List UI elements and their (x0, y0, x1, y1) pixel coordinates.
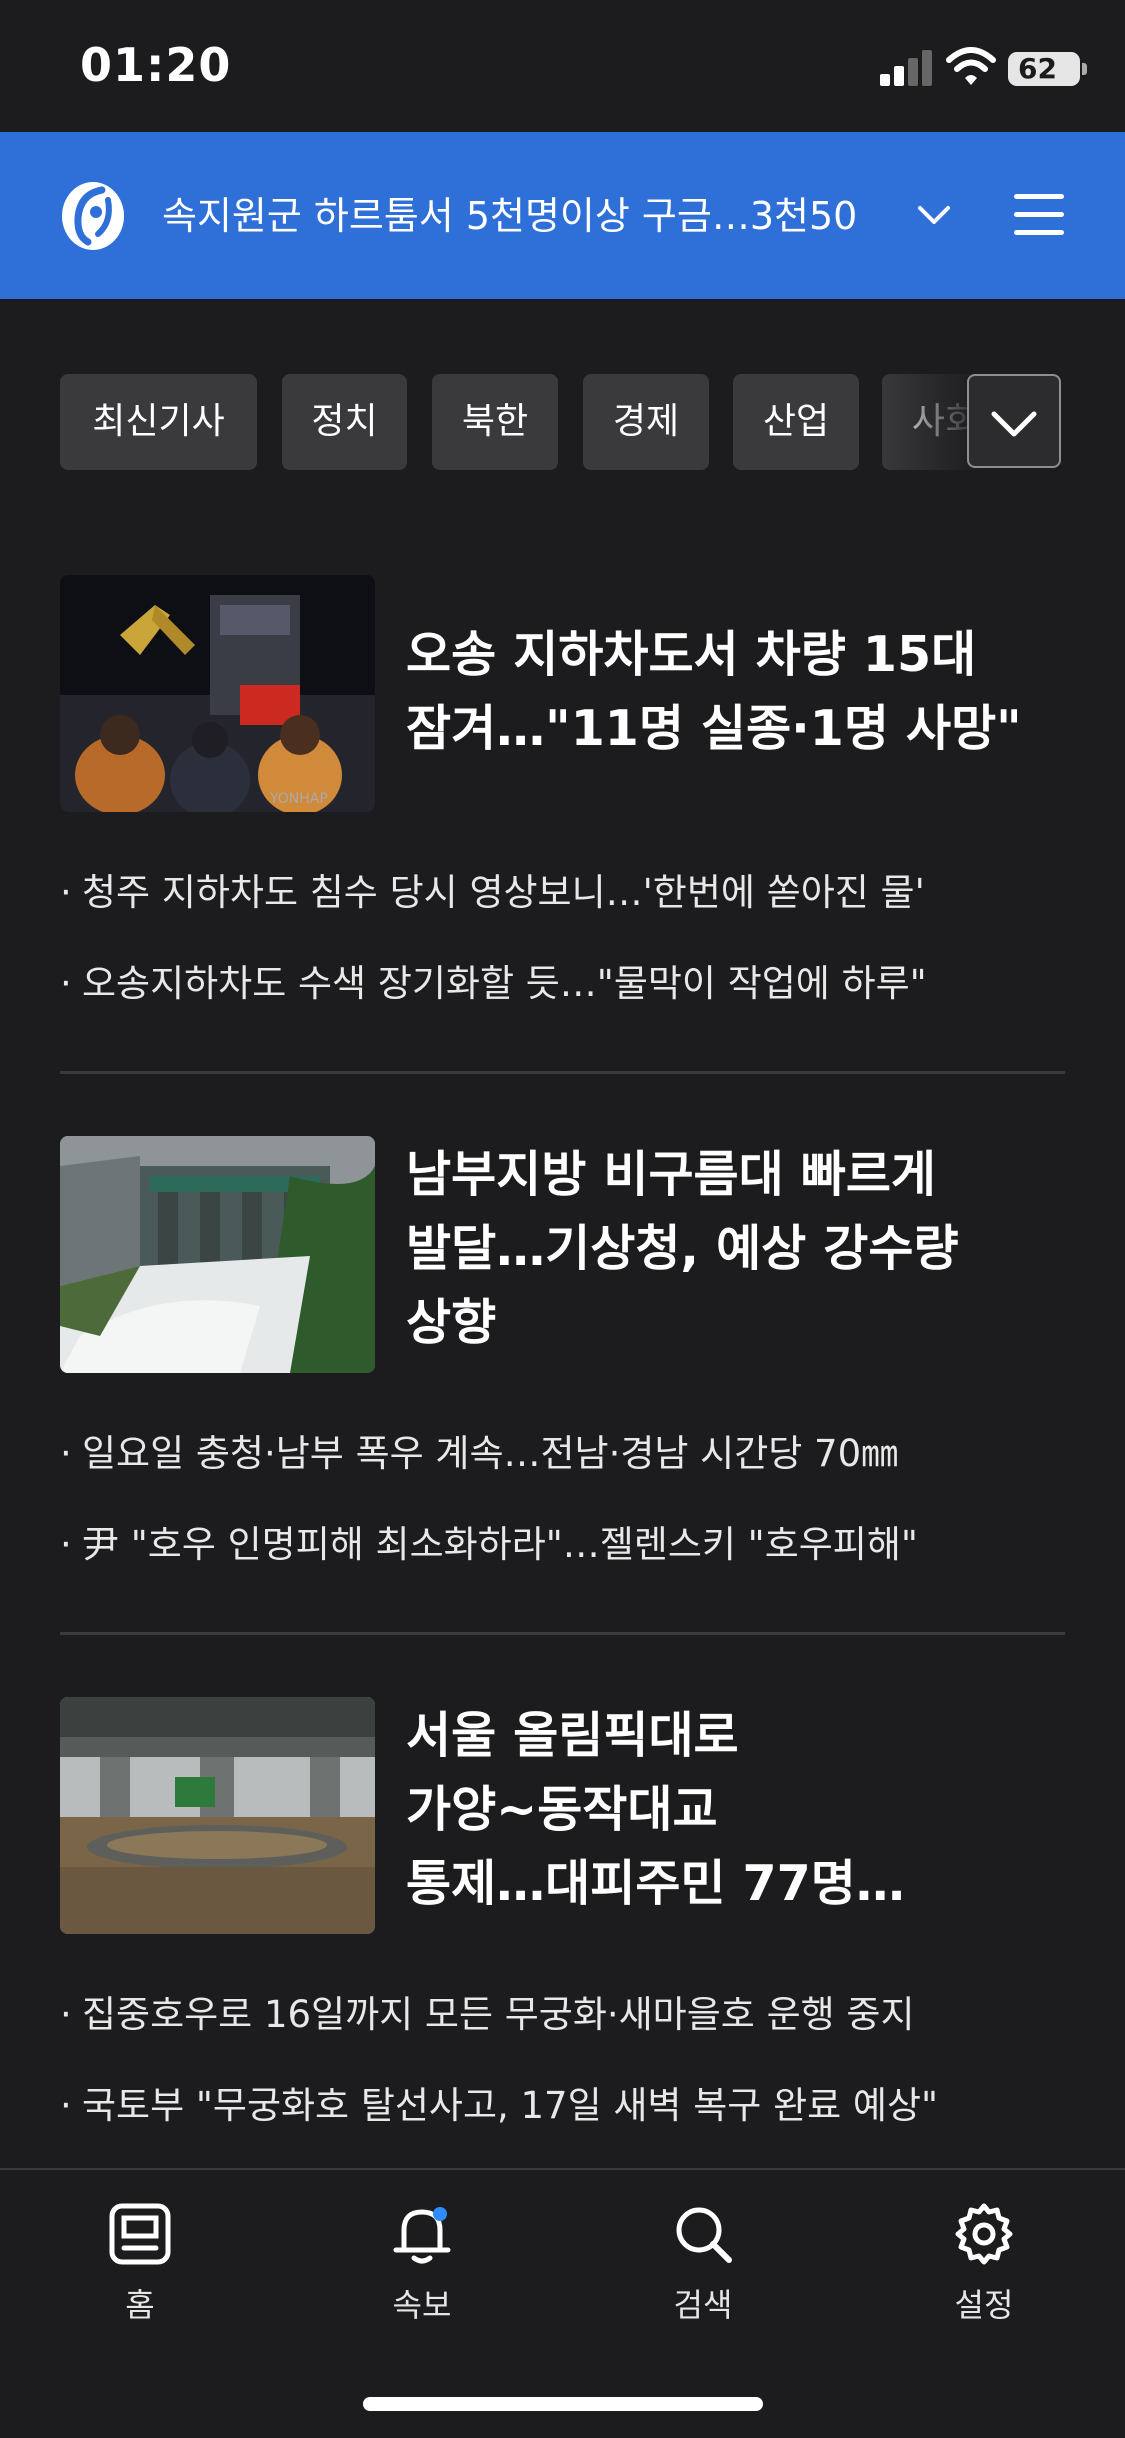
category-tabs: 최신기사 정치 북한 경제 산업 사회 (60, 374, 1065, 470)
related-article-link[interactable]: · 국토부 "무궁화호 탈선사고, 17일 새벽 복구 완료 예상" (60, 2081, 1065, 2131)
article-title-line: 발달…기상청, 예상 강수량 (406, 1220, 959, 1277)
tab-label: 홈 (125, 2286, 155, 2324)
related-article-text: 일요일 충청·남부 폭우 계속…전남·경남 시간당 70㎜ (82, 1432, 899, 1475)
home-indicator (363, 2397, 763, 2411)
home-icon (109, 2203, 171, 2265)
article-title[interactable]: 오송 지하차도서 차량 15대 잠겨…"11명 실종·1명 사망" (406, 618, 1056, 766)
search-icon (676, 2207, 732, 2263)
related-article-text: 집중호우로 16일까지 모든 무궁화·새마을호 운행 중지 (82, 1993, 915, 2036)
app-header: 속지원군 하르툼서 5천명이상 구금…3천50 (0, 132, 1125, 299)
category-latest[interactable]: 최신기사 (60, 374, 257, 470)
article-thumbnail[interactable] (60, 1136, 375, 1373)
article-title[interactable]: 남부지방 비구름대 빠르게 발달…기상청, 예상 강수량 상향 (406, 1138, 1056, 1360)
related-article-link[interactable]: · 일요일 충청·남부 폭우 계속…전남·경남 시간당 70㎜ (60, 1429, 1065, 1479)
tab-label: 설정 (954, 2286, 1014, 2324)
headline-ticker[interactable]: 속지원군 하르툼서 5천명이상 구금…3천50 (162, 188, 892, 244)
category-economy[interactable]: 경제 (583, 374, 709, 470)
tab-settings[interactable]: 설정 (884, 2202, 1084, 2324)
tab-label: 검색 (673, 2286, 733, 2324)
related-article-link[interactable]: · 오송지하차도 수색 장기화할 듯…"물막이 작업에 하루" (60, 959, 1065, 1009)
article-card[interactable]: YONHAP 오송 지하차도서 차량 15대 잠겨…"11명 실종·1명 사망"… (60, 575, 1065, 1005)
chevron-down-icon (991, 411, 1037, 437)
bell-icon (393, 2207, 451, 2264)
category-industry[interactable]: 산업 (733, 374, 859, 470)
battery-indicator: 62 (1008, 52, 1087, 86)
tab-label: 속보 (392, 2286, 452, 2324)
tab-breaking-news[interactable]: 속보 (322, 2202, 522, 2324)
status-time: 01:20 (80, 38, 232, 92)
article-title-line: 서울 올림픽대로 (406, 1707, 739, 1764)
divider (60, 1071, 1065, 1074)
category-politics[interactable]: 정치 (282, 374, 407, 470)
hamburger-menu-icon[interactable] (1014, 190, 1064, 240)
article-card[interactable]: 서울 올림픽대로 가양~동작대교 통제…대피주민 77명… · 집중호우로 16일… (60, 1697, 1065, 2137)
related-article-text: 오송지하차도 수색 장기화할 듯…"물막이 작업에 하루" (82, 962, 927, 1005)
article-title-line: 오송 지하차도서 차량 15대 (406, 626, 977, 683)
yonhap-logo[interactable] (58, 178, 128, 254)
tab-search[interactable]: 검색 (603, 2202, 803, 2324)
chevron-down-icon[interactable] (914, 198, 954, 232)
gear-icon (955, 2203, 1013, 2265)
related-article-link[interactable]: · 尹 "호우 인명피해 최소화하라"…젤렌스키 "호우피해" (60, 1520, 1065, 1570)
article-thumbnail[interactable]: YONHAP (60, 575, 375, 812)
divider (60, 1632, 1065, 1635)
article-title-line: 상향 (406, 1294, 497, 1351)
article-title[interactable]: 서울 올림픽대로 가양~동작대교 통제…대피주민 77명… (406, 1699, 1056, 1921)
status-bar: 01:20 62 (0, 0, 1125, 132)
related-article-text: 尹 "호우 인명피해 최소화하라"…젤렌스키 "호우피해" (82, 1523, 918, 1566)
battery-level: 62 (1018, 52, 1057, 85)
article-thumbnail[interactable] (60, 1697, 375, 1934)
related-article-text: 국토부 "무궁화호 탈선사고, 17일 새벽 복구 완료 예상" (82, 2084, 939, 2127)
category-north-korea[interactable]: 북한 (432, 374, 558, 470)
related-article-link[interactable]: · 집중호우로 16일까지 모든 무궁화·새마을호 운행 중지 (60, 1990, 1065, 2040)
cellular-signal-icon (880, 50, 936, 86)
article-title-line: 잠겨…"11명 실종·1명 사망" (406, 700, 1022, 757)
category-expand-button[interactable] (967, 374, 1061, 468)
tab-home[interactable]: 홈 (40, 2202, 240, 2324)
article-title-line: 통제…대피주민 77명… (406, 1855, 905, 1912)
related-article-text: 청주 지하차도 침수 당시 영상보니…'한번에 쏟아진 물' (82, 871, 925, 914)
article-title-line: 가양~동작대교 (406, 1781, 718, 1838)
article-card[interactable]: 남부지방 비구름대 빠르게 발달…기상청, 예상 강수량 상향 · 일요일 충청·… (60, 1136, 1065, 1566)
svg-text:YONHAP: YONHAP (269, 791, 328, 807)
related-article-link[interactable]: · 청주 지하차도 침수 당시 영상보니…'한번에 쏟아진 물' (60, 868, 1065, 918)
article-title-line: 남부지방 비구름대 빠르게 (406, 1146, 936, 1203)
wifi-icon (946, 47, 996, 85)
